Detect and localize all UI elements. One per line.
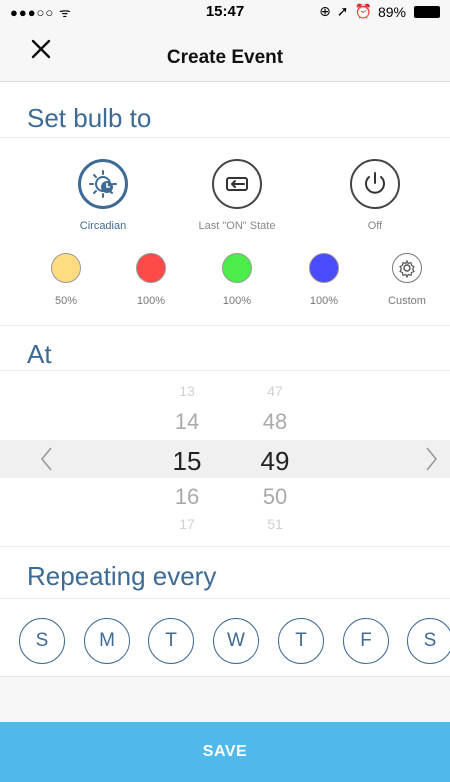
location-icon: ➚	[336, 3, 349, 19]
mode-circadian[interactable]: Circadian	[43, 159, 163, 232]
swatch-custom[interactable]: Custom	[367, 253, 447, 307]
color-dot	[136, 253, 166, 283]
swatch-yellow[interactable]: 50%	[26, 253, 106, 307]
return-icon	[212, 159, 262, 209]
day-friday[interactable]: F	[343, 618, 389, 664]
swatch-label: 100%	[222, 295, 252, 307]
minute-value: 47	[267, 383, 283, 399]
section-title-at: At	[27, 339, 52, 369]
battery-percent: 89%	[377, 3, 406, 20]
swatch-label: 100%	[136, 295, 166, 307]
day-monday[interactable]: M	[84, 618, 130, 664]
day-thursday[interactable]: T	[278, 618, 324, 664]
spacer	[0, 676, 450, 722]
minute-value: 48	[262, 409, 288, 434]
minute-value: 51	[267, 516, 283, 532]
day-saturday[interactable]: S	[407, 618, 450, 664]
section-title-repeating: Repeating every	[27, 561, 217, 591]
battery-icon	[414, 5, 440, 18]
save-button[interactable]: SAVE	[0, 722, 450, 782]
swatch-label: 100%	[309, 295, 339, 307]
swatch-label: Custom	[388, 295, 426, 307]
picker-selection-band	[0, 440, 450, 478]
gear-icon	[392, 253, 422, 283]
time-picker[interactable]: 13 14 15 16 17 47 48 49 50 51	[0, 371, 450, 546]
section-repeating: Repeating every	[0, 546, 450, 599]
day-tuesday[interactable]: T	[148, 618, 194, 664]
minute-value: 50	[262, 484, 288, 509]
swatch-label: 50%	[54, 295, 78, 307]
swatch-green[interactable]: 100%	[197, 253, 277, 307]
status-bar: ●●●○○ ᯤ 15:47 ⊕ ➚ ⏰ 89%	[0, 0, 450, 22]
hour-value: 17	[179, 516, 195, 532]
color-dot	[51, 253, 81, 283]
section-at: At	[0, 325, 450, 371]
rotation-lock-icon: ⊕	[319, 3, 331, 19]
section-set-bulb: Set bulb to	[0, 83, 450, 138]
hour-value: 14	[174, 409, 200, 434]
alarm-icon: ⏰	[354, 3, 372, 19]
mode-label: Circadian	[79, 220, 127, 232]
day-wednesday[interactable]: W	[213, 618, 259, 664]
mode-last-on-state[interactable]: Last "ON" State	[177, 159, 297, 232]
hour-value-selected: 15	[172, 446, 202, 476]
section-title-set-bulb: Set bulb to	[27, 103, 152, 133]
mode-label: Last "ON" State	[198, 220, 276, 232]
hour-column[interactable]: 13 14 15 16 17	[157, 371, 217, 546]
minute-column[interactable]: 47 48 49 50 51	[245, 371, 305, 546]
swatch-red[interactable]: 100%	[111, 253, 191, 307]
power-icon	[350, 159, 400, 209]
minute-value-selected: 49	[260, 446, 290, 476]
color-dot	[222, 253, 252, 283]
mode-off[interactable]: Off	[315, 159, 435, 232]
page-title: Create Event	[166, 47, 284, 68]
mode-label: Off	[367, 220, 383, 232]
hour-value: 16	[174, 484, 200, 509]
color-dot	[309, 253, 339, 283]
chevron-left-icon[interactable]	[37, 445, 57, 473]
chevron-right-icon[interactable]	[421, 445, 441, 473]
day-sunday[interactable]: S	[19, 618, 65, 664]
nav-bar: Create Event	[0, 22, 450, 82]
circadian-icon	[78, 159, 128, 209]
hour-value: 13	[179, 383, 195, 399]
swatch-blue[interactable]: 100%	[284, 253, 364, 307]
status-right: ⊕ ➚ ⏰ 89%	[319, 3, 440, 20]
